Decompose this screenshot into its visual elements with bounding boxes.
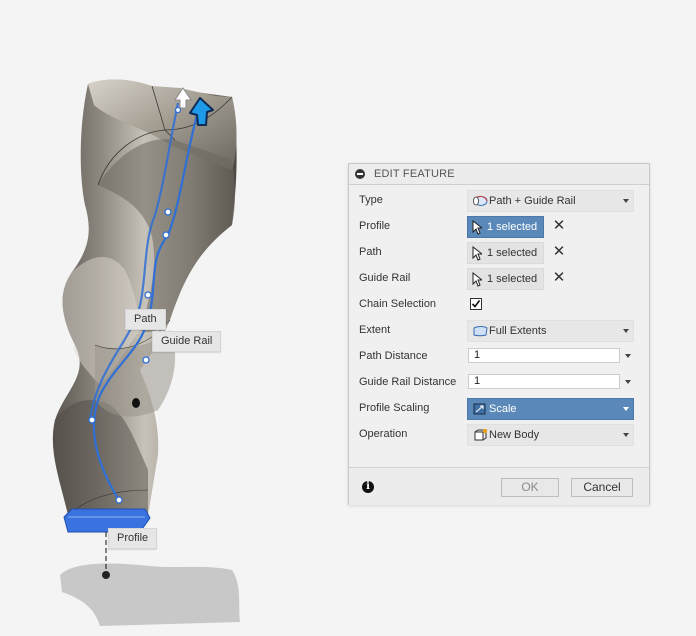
operation-row: Operation New Body <box>349 423 649 447</box>
profile-scaling-dropdown[interactable]: Scale <box>467 398 634 420</box>
operation-dropdown[interactable]: New Body <box>467 424 634 446</box>
profile-scaling-value: Scale <box>489 403 517 415</box>
path-distance-dropdown-icon[interactable] <box>625 354 631 358</box>
guide-rail-distance-row: Guide Rail Distance 1 <box>349 371 649 395</box>
profile-scaling-label: Profile Scaling <box>359 402 430 414</box>
profile-leader-anchor <box>102 571 110 579</box>
path-distance-label: Path Distance <box>359 350 428 362</box>
checkmark-icon <box>471 300 481 308</box>
chevron-down-icon <box>623 329 629 333</box>
chevron-down-icon <box>623 433 629 437</box>
extent-value: Full Extents <box>489 325 547 337</box>
guide-rail-label: Guide Rail <box>359 272 411 284</box>
guide-rail-distance-dropdown-icon[interactable] <box>625 380 631 384</box>
full-extents-icon <box>473 326 488 337</box>
sweep-path-guide-rail-icon <box>473 195 488 206</box>
scale-icon <box>473 403 486 415</box>
path-label: Path <box>359 246 382 258</box>
path-callout: Path <box>125 309 166 330</box>
guide-rail-callout: Guide Rail <box>152 331 222 352</box>
panel-title: EDIT FEATURE <box>374 168 455 180</box>
profile-label: Profile <box>359 220 391 232</box>
arrow-cursor-icon <box>472 272 482 287</box>
info-icon[interactable]: i <box>362 481 374 493</box>
operation-value: New Body <box>489 429 540 441</box>
guide-rail-distance-input[interactable]: 1 <box>468 374 620 389</box>
ground-shadow <box>60 563 240 626</box>
panel-header: EDIT FEATURE <box>349 164 649 185</box>
guide-rail-row: Guide Rail 1 selected ✕ <box>349 267 649 291</box>
profile-scaling-row: Profile Scaling Scale <box>349 397 649 421</box>
collapse-icon[interactable] <box>355 169 365 179</box>
guide-rail-select-button[interactable]: 1 selected <box>467 268 544 290</box>
edit-feature-panel: EDIT FEATURE Type Path + Guide Rail Prof… <box>348 163 650 505</box>
profile-callout: Profile <box>108 528 158 549</box>
chain-selection-row: Chain Selection <box>349 293 649 317</box>
arrow-cursor-icon <box>472 220 482 235</box>
guide-rail-distance-label: Guide Rail Distance <box>359 376 457 388</box>
clear-path-icon[interactable]: ✕ <box>550 243 568 261</box>
path-select-button[interactable]: 1 selected <box>467 242 544 264</box>
ok-button[interactable]: OK <box>501 478 559 497</box>
path-distance-row: Path Distance 1 <box>349 345 649 369</box>
extent-label: Extent <box>359 324 391 336</box>
extent-dropdown[interactable]: Full Extents <box>467 320 634 342</box>
chain-selection-checkbox[interactable] <box>470 298 482 310</box>
panel-footer: i OK Cancel <box>349 467 649 505</box>
sweep-body <box>52 79 237 516</box>
type-value: Path + Guide Rail <box>489 195 576 207</box>
new-body-icon <box>474 429 488 441</box>
extent-row: Extent Full Extents <box>349 319 649 343</box>
cancel-button[interactable]: Cancel <box>571 478 633 497</box>
profile-row: Profile 1 selected ✕ <box>349 215 649 239</box>
chevron-down-icon <box>623 407 629 411</box>
type-label: Type <box>359 194 383 206</box>
guide-rail-value: 1 selected <box>487 273 538 285</box>
type-row: Type Path + Guide Rail <box>349 189 649 213</box>
path-row: Path 1 selected ✕ <box>349 241 649 265</box>
profile-value: 1 selected <box>487 221 538 233</box>
type-dropdown[interactable]: Path + Guide Rail <box>467 190 634 212</box>
operation-label: Operation <box>359 428 408 440</box>
path-distance-input[interactable]: 1 <box>468 348 620 363</box>
clear-guide-rail-icon[interactable]: ✕ <box>550 269 568 287</box>
clear-profile-icon[interactable]: ✕ <box>550 217 568 235</box>
chevron-down-icon <box>623 199 629 203</box>
profile-select-button[interactable]: 1 selected <box>467 216 544 238</box>
path-value: 1 selected <box>487 247 538 259</box>
chain-selection-label: Chain Selection <box>359 298 437 310</box>
arrow-cursor-icon <box>472 246 482 261</box>
